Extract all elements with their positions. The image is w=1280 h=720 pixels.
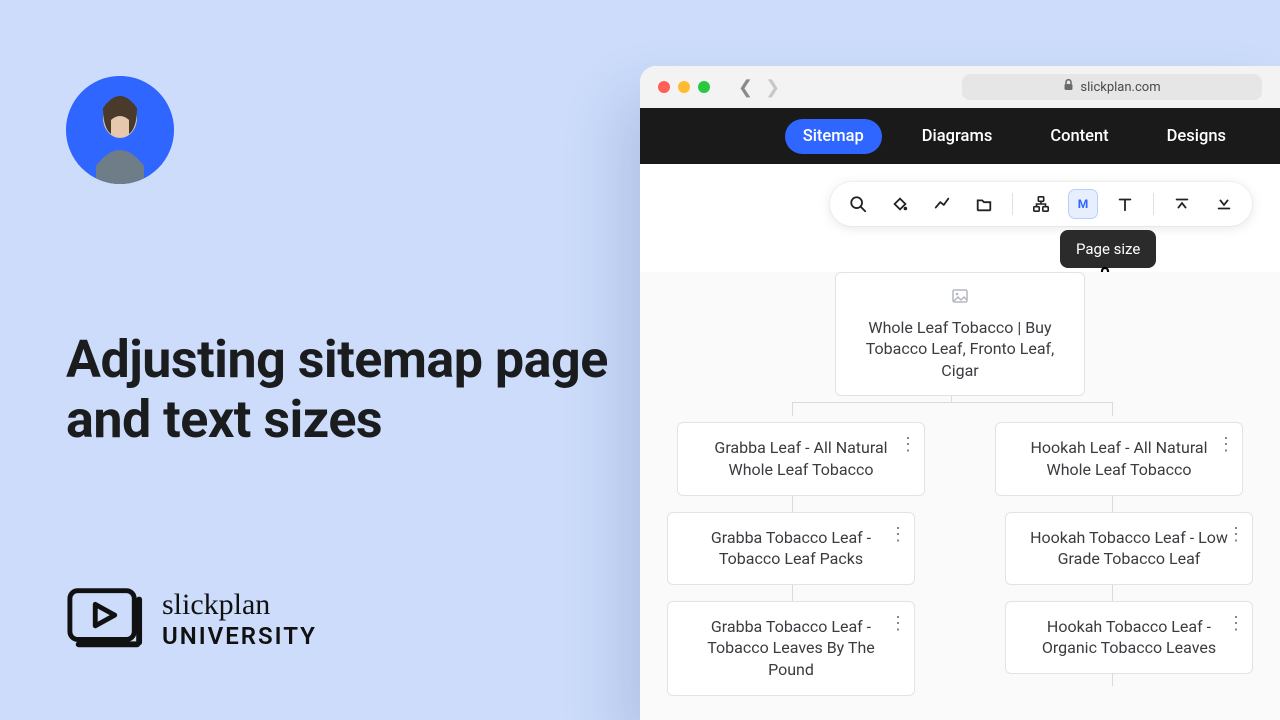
node-label: Grabba Leaf - All Natural Whole Leaf Tob… <box>714 438 887 479</box>
more-icon[interactable]: ⋮ <box>1227 523 1244 547</box>
page-size-button[interactable]: M <box>1069 190 1097 218</box>
more-icon[interactable]: ⋮ <box>889 523 906 547</box>
sitemap-node[interactable]: ⋮ Grabba Tobacco Leaf - Tobacco Leaf Pac… <box>667 512 915 585</box>
browser-window: ❮ ❯ slickplan.com Sitemap Diagrams Conte… <box>640 66 1280 720</box>
more-icon[interactable]: ⋮ <box>889 612 906 636</box>
text-size-icon[interactable] <box>1111 190 1139 218</box>
sitemap-node[interactable]: ⋮ Hookah Tobacco Leaf - Low Grade Tobacc… <box>1005 512 1253 585</box>
window-controls[interactable] <box>658 81 710 93</box>
node-label: Whole Leaf Tobacco | Buy Tobacco Leaf, F… <box>866 318 1054 380</box>
url-host: slickplan.com <box>1080 80 1160 95</box>
minimize-icon[interactable] <box>678 81 690 93</box>
folder-icon[interactable] <box>970 190 998 218</box>
tab-designs[interactable]: Designs <box>1149 119 1244 154</box>
sitemap-toolbar: M Page size <box>830 182 1252 226</box>
search-icon[interactable] <box>844 190 872 218</box>
brand-script: slickplan <box>162 590 317 620</box>
node-label: Grabba Tobacco Leaf - Tobacco Leaf Packs <box>711 528 871 569</box>
slickplan-university-logo: slickplan UNIVERSITY <box>66 586 317 652</box>
tab-content[interactable]: Content <box>1032 119 1126 154</box>
tree-view-icon[interactable] <box>1027 190 1055 218</box>
sitemap-node[interactable]: ⋮ Grabba Leaf - All Natural Whole Leaf T… <box>677 422 925 495</box>
brand-university: UNIVERSITY <box>162 624 317 648</box>
sitemap-node[interactable]: ⋮ Hookah Leaf - All Natural Whole Leaf T… <box>995 422 1243 495</box>
play-book-icon <box>66 586 144 652</box>
more-icon[interactable]: ⋮ <box>1227 612 1244 636</box>
close-icon[interactable] <box>658 81 670 93</box>
page-title: Adjusting sitemap page and text sizes <box>66 330 626 450</box>
lock-icon <box>1063 79 1074 95</box>
more-icon[interactable]: ⋮ <box>899 433 916 457</box>
address-bar[interactable]: slickplan.com <box>962 74 1262 100</box>
sitemap-node[interactable]: ⋮ Grabba Tobacco Leaf - Tobacco Leaves B… <box>667 601 915 696</box>
page-size-indicator: M <box>1078 197 1089 211</box>
node-label: Grabba Tobacco Leaf - Tobacco Leaves By … <box>707 617 875 679</box>
forward-icon: ❯ <box>765 77 780 98</box>
tab-sitemap[interactable]: Sitemap <box>785 119 882 154</box>
presenter-avatar <box>66 76 174 184</box>
node-label: Hookah Tobacco Leaf - Organic Tobacco Le… <box>1042 617 1216 658</box>
expand-icon[interactable] <box>1210 190 1238 218</box>
sitemap-node[interactable]: ⋮ Hookah Tobacco Leaf - Organic Tobacco … <box>1005 601 1253 674</box>
browser-chrome: ❮ ❯ slickplan.com <box>640 66 1280 108</box>
node-label: Hookah Tobacco Leaf - Low Grade Tobacco … <box>1030 528 1228 569</box>
chart-icon[interactable] <box>928 190 956 218</box>
sitemap-root-node[interactable]: Whole Leaf Tobacco | Buy Tobacco Leaf, F… <box>835 272 1085 396</box>
node-label: Hookah Leaf - All Natural Whole Leaf Tob… <box>1030 438 1207 479</box>
maximize-icon[interactable] <box>698 81 710 93</box>
fill-icon[interactable] <box>886 190 914 218</box>
back-icon[interactable]: ❮ <box>738 77 753 98</box>
more-icon[interactable]: ⋮ <box>1217 433 1234 457</box>
sitemap-canvas[interactable]: Utility p Whole Leaf Tobacco | Buy Tobac… <box>640 272 1280 720</box>
app-nav: Sitemap Diagrams Content Designs <box>640 108 1280 164</box>
tab-diagrams[interactable]: Diagrams <box>904 119 1011 154</box>
image-icon <box>854 287 1066 309</box>
collapse-icon[interactable] <box>1168 190 1196 218</box>
